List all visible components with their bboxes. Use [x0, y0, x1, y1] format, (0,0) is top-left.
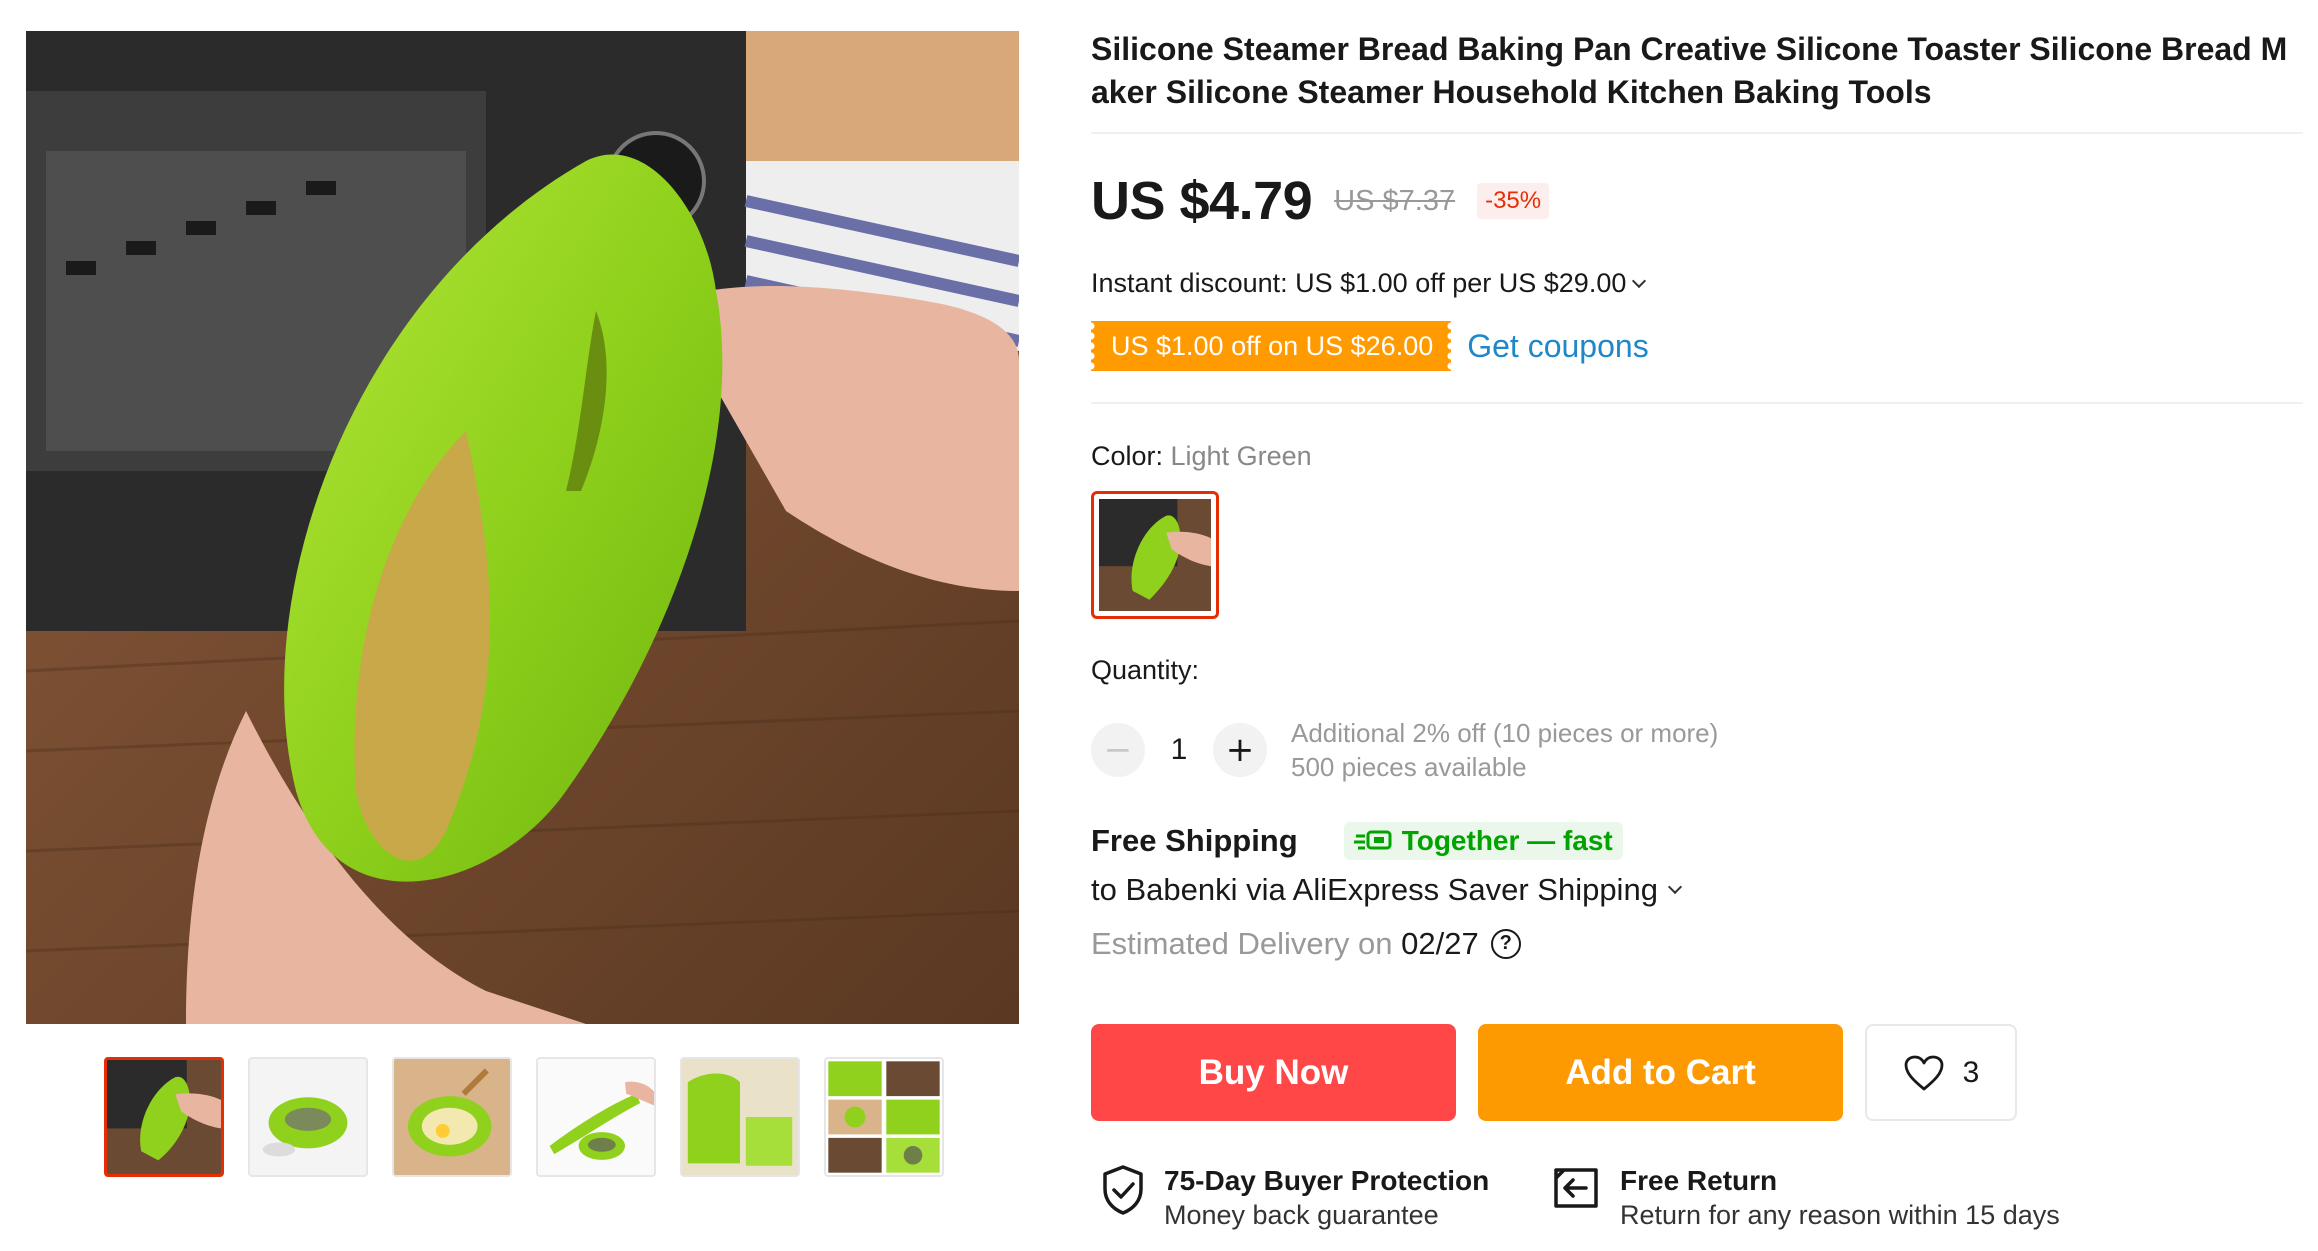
thumbnail-3[interactable]	[392, 1057, 512, 1177]
delivery-truck-icon	[1353, 830, 1392, 850]
buy-now-button[interactable]: Buy Now	[1091, 1024, 1456, 1121]
free-return-title: Free Return	[1620, 1165, 1778, 1196]
wishlist-count: 3	[1962, 1055, 1980, 1089]
thumbnail-2[interactable]	[248, 1057, 368, 1177]
quantity-increase-button[interactable]: +	[1213, 723, 1267, 777]
get-coupons-link[interactable]: Get coupons	[1467, 328, 1648, 365]
color-value: Light Green	[1170, 441, 1312, 471]
free-shipping-label: Free Shipping	[1091, 823, 1298, 858]
shield-check-icon	[1103, 1165, 1143, 1215]
help-icon[interactable]: ?	[1490, 929, 1521, 959]
original-price: US $7.37	[1334, 184, 1456, 217]
color-label-text: Color:	[1091, 441, 1171, 471]
product-photo	[26, 31, 1019, 1024]
together-fast-text: Together — fast	[1401, 825, 1613, 856]
buyer-protection: 75-Day Buyer Protection Money back guara…	[1100, 1164, 1489, 1232]
product-info: Silicone Steamer Bread Baking Pan Creati…	[1091, 28, 2303, 114]
delivery-date: 02/27	[1401, 926, 1479, 961]
quantity-decrease-button[interactable]: −	[1091, 723, 1145, 777]
return-box-icon	[1554, 1168, 1598, 1208]
swatch-image	[1099, 499, 1211, 611]
shipping-header: Free Shipping Together — fast	[1091, 822, 1623, 860]
instant-discount-text: Instant discount: US $1.00 off per US $2…	[1091, 268, 1627, 298]
divider	[1091, 132, 2303, 134]
thumbnail-image	[538, 1059, 654, 1175]
instant-discount[interactable]: Instant discount: US $1.00 off per US $2…	[1091, 268, 1647, 299]
product-title: Silicone Steamer Bread Baking Pan Creati…	[1091, 31, 2288, 110]
thumbnail-image	[250, 1059, 366, 1175]
buyer-protection-text: 75-Day Buyer Protection Money back guara…	[1164, 1164, 1489, 1232]
main-product-image[interactable]	[26, 31, 1019, 1024]
coupon-row: US $1.00 off on US $26.00 Get coupons	[1091, 321, 1649, 371]
stock-available: 500 pieces available	[1291, 752, 1527, 782]
thumbnail-image	[682, 1059, 798, 1175]
quantity-label: Quantity:	[1091, 655, 1200, 685]
discount-badge: -35%	[1477, 183, 1550, 219]
free-return-subtitle: Return for any reason within 15 days	[1620, 1200, 2060, 1230]
thumbnail-image	[826, 1059, 942, 1175]
buyer-protection-subtitle: Money back guarantee	[1164, 1200, 1439, 1230]
thumbnail-1[interactable]	[104, 1057, 224, 1177]
together-fast-badge: Together — fast	[1343, 822, 1623, 860]
buyer-protection-title: 75-Day Buyer Protection	[1164, 1165, 1490, 1196]
thumbnail-image	[394, 1059, 510, 1175]
delivery-prefix: Estimated Delivery on	[1091, 926, 1402, 961]
thumbnail-strip	[104, 1057, 944, 1177]
price-row: US $4.79 US $7.37 -35%	[1091, 170, 1550, 232]
thumbnail-image	[107, 1060, 221, 1174]
shipping-route[interactable]: to Babenki via AliExpress Saver Shipping	[1091, 872, 1683, 908]
action-buttons: Buy Now Add to Cart 3	[1091, 1024, 2017, 1121]
chevron-down-icon	[1667, 879, 1683, 895]
shipping-route-text: to Babenki via AliExpress Saver Shipping	[1091, 872, 1658, 907]
quantity-stepper: − 1 + Additional 2% off (10 pieces or mo…	[1091, 716, 1718, 784]
heart-icon	[1904, 1055, 1944, 1090]
quantity-notes: Additional 2% off (10 pieces or more) 50…	[1291, 716, 1718, 784]
thumbnail-5[interactable]	[680, 1057, 800, 1177]
coupon-tag: US $1.00 off on US $26.00	[1091, 321, 1452, 371]
color-label: Color: Light Green	[1091, 441, 1312, 472]
chevron-down-icon	[1632, 273, 1647, 288]
bulk-discount-note: Additional 2% off (10 pieces or more)	[1291, 718, 1719, 748]
add-to-cart-button[interactable]: Add to Cart	[1478, 1024, 1843, 1121]
current-price: US $4.79	[1091, 171, 1313, 231]
free-return-text: Free Return Return for any reason within…	[1620, 1164, 2060, 1232]
quantity-value[interactable]: 1	[1145, 733, 1213, 767]
divider	[1091, 402, 2303, 404]
color-swatch-light-green[interactable]	[1091, 491, 1219, 619]
thumbnail-6[interactable]	[824, 1057, 944, 1177]
free-return: Free Return Return for any reason within…	[1550, 1164, 2060, 1232]
wishlist-button[interactable]: 3	[1865, 1024, 2017, 1121]
estimated-delivery: Estimated Delivery on 02/27 ?	[1091, 926, 1521, 962]
thumbnail-4[interactable]	[536, 1057, 656, 1177]
